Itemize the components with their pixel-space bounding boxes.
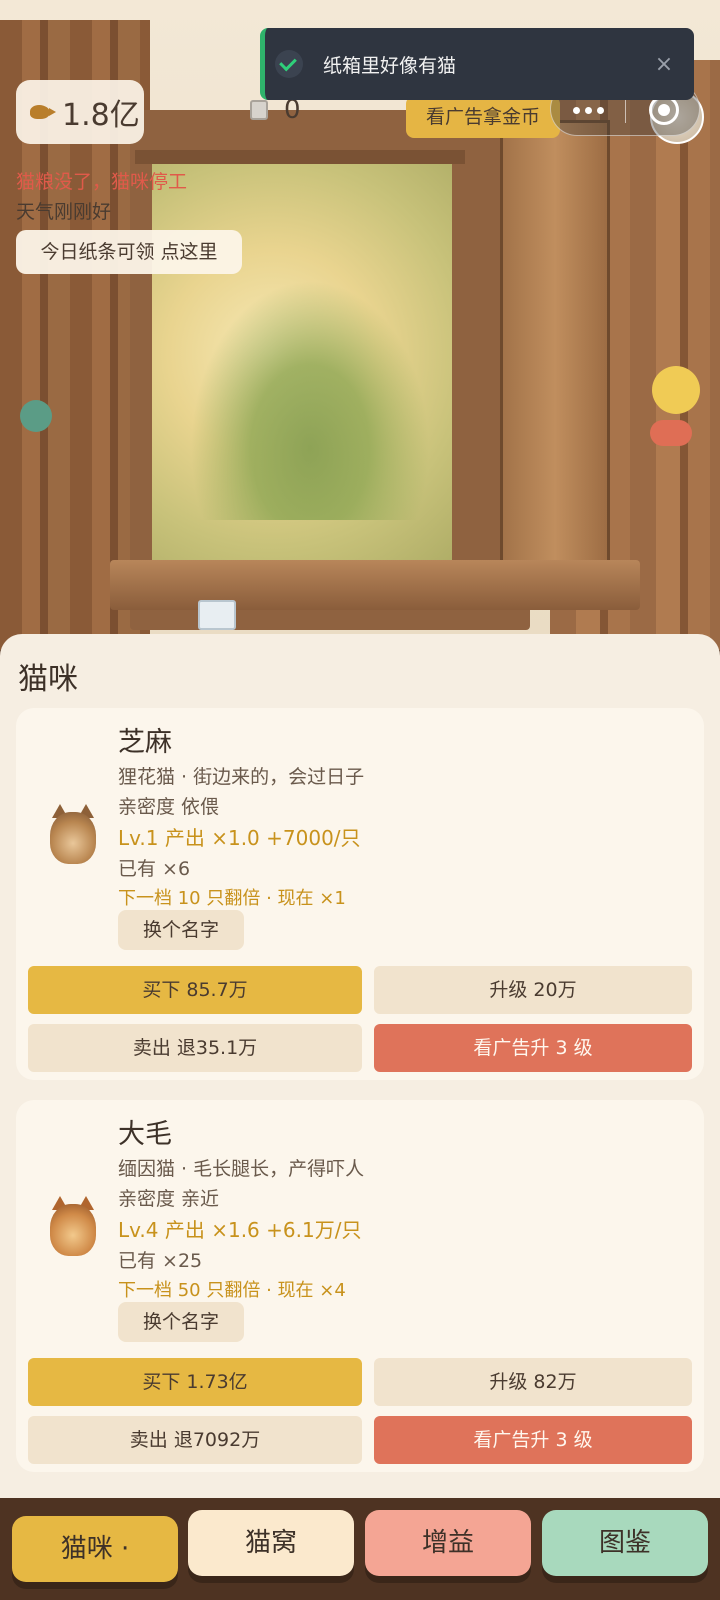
cat-icon — [44, 798, 102, 866]
weather-text: 天气刚刚好 — [16, 201, 112, 223]
coin-counter: 1.8亿 — [16, 80, 144, 144]
check-icon — [275, 50, 303, 78]
cat-affinity: 亲密度 依偎 — [118, 796, 220, 818]
cat-level: Lv.4 产出 ×1.6 +6.1万/只 — [118, 1218, 362, 1242]
close-icon[interactable]: × — [644, 52, 684, 77]
upgrade-button[interactable]: 升级 20万 — [374, 966, 692, 1014]
cardboard-box[interactable] — [198, 600, 236, 630]
capsule-divider — [625, 97, 626, 123]
cat-icon — [44, 1190, 102, 1258]
panel-title: 猫咪 — [18, 662, 78, 697]
toast-notification: 纸箱里好像有猫 × — [260, 28, 694, 100]
cat-name: 芝麻 — [118, 727, 172, 758]
side-bubble-red[interactable] — [650, 420, 692, 446]
cat-owned: 已有 ×25 — [118, 1250, 203, 1272]
status-warning: 猫粮没了，猫咪停工 — [16, 171, 188, 193]
buy-button[interactable]: 买下 1.73亿 — [28, 1358, 362, 1406]
upgrade-button[interactable]: 升级 82万 — [374, 1358, 692, 1406]
cat-next-tier: 下一档 10 只翻倍 · 现在 ×1 — [118, 888, 346, 909]
sell-button[interactable]: 卖出 退7092万 — [28, 1416, 362, 1464]
sell-button[interactable]: 卖出 退35.1万 — [28, 1024, 362, 1072]
rename-button[interactable]: 换个名字 — [118, 910, 244, 950]
cat-level: Lv.1 产出 ×1.0 +7000/只 — [118, 826, 361, 850]
cat-card: 大毛 缅因猫 · 毛长腿长，产得吓人 亲密度 亲近 Lv.4 产出 ×1.6 +… — [16, 1100, 704, 1472]
toast-text: 纸箱里好像有猫 — [323, 54, 457, 77]
side-bubble-yellow[interactable] — [652, 366, 700, 414]
rename-button[interactable]: 换个名字 — [118, 1302, 244, 1342]
ad-upgrade-button[interactable]: 看广告升 3 级 — [374, 1024, 692, 1072]
daily-note-button[interactable]: 今日纸条可领 点这里 — [16, 230, 242, 274]
cat-card: 芝麻 狸花猫 · 街边来的，会过日子 亲密度 依偎 Lv.1 产出 ×1.0 +… — [16, 708, 704, 1080]
tab-boost[interactable]: 增益 — [365, 1510, 531, 1576]
cat-next-tier: 下一档 50 只翻倍 · 现在 ×4 — [118, 1280, 346, 1301]
side-bubble-teal[interactable] — [20, 400, 52, 432]
bottom-nav: 猫咪 · 猫窝 增益 图鉴 — [0, 1498, 720, 1600]
box-icon — [250, 100, 268, 120]
ad-coin-button[interactable]: 看广告拿金币 — [406, 96, 560, 138]
cat-owned: 已有 ×6 — [118, 858, 191, 880]
cat-name: 大毛 — [118, 1119, 172, 1150]
tab-cats[interactable]: 猫咪 · — [12, 1516, 178, 1582]
tab-collection[interactable]: 图鉴 — [542, 1510, 708, 1576]
cat-affinity: 亲密度 亲近 — [118, 1188, 220, 1210]
plant-outside — [190, 280, 430, 520]
buy-button[interactable]: 买下 85.7万 — [28, 966, 362, 1014]
window-sill — [110, 560, 640, 610]
cat-description: 缅因猫 · 毛长腿长，产得吓人 — [118, 1158, 365, 1180]
coin-value: 1.8亿 — [62, 98, 140, 133]
window-mullion — [135, 150, 465, 164]
window-shutter — [500, 120, 610, 580]
cat-description: 狸花猫 · 街边来的，会过日子 — [118, 766, 365, 788]
fish-coin-icon — [30, 105, 56, 119]
cats-panel: 猫咪 芝麻 狸花猫 · 街边来的，会过日子 亲密度 依偎 Lv.1 产出 ×1.… — [0, 634, 720, 1498]
tab-nest[interactable]: 猫窝 — [188, 1510, 354, 1576]
ad-upgrade-button[interactable]: 看广告升 3 级 — [374, 1416, 692, 1464]
